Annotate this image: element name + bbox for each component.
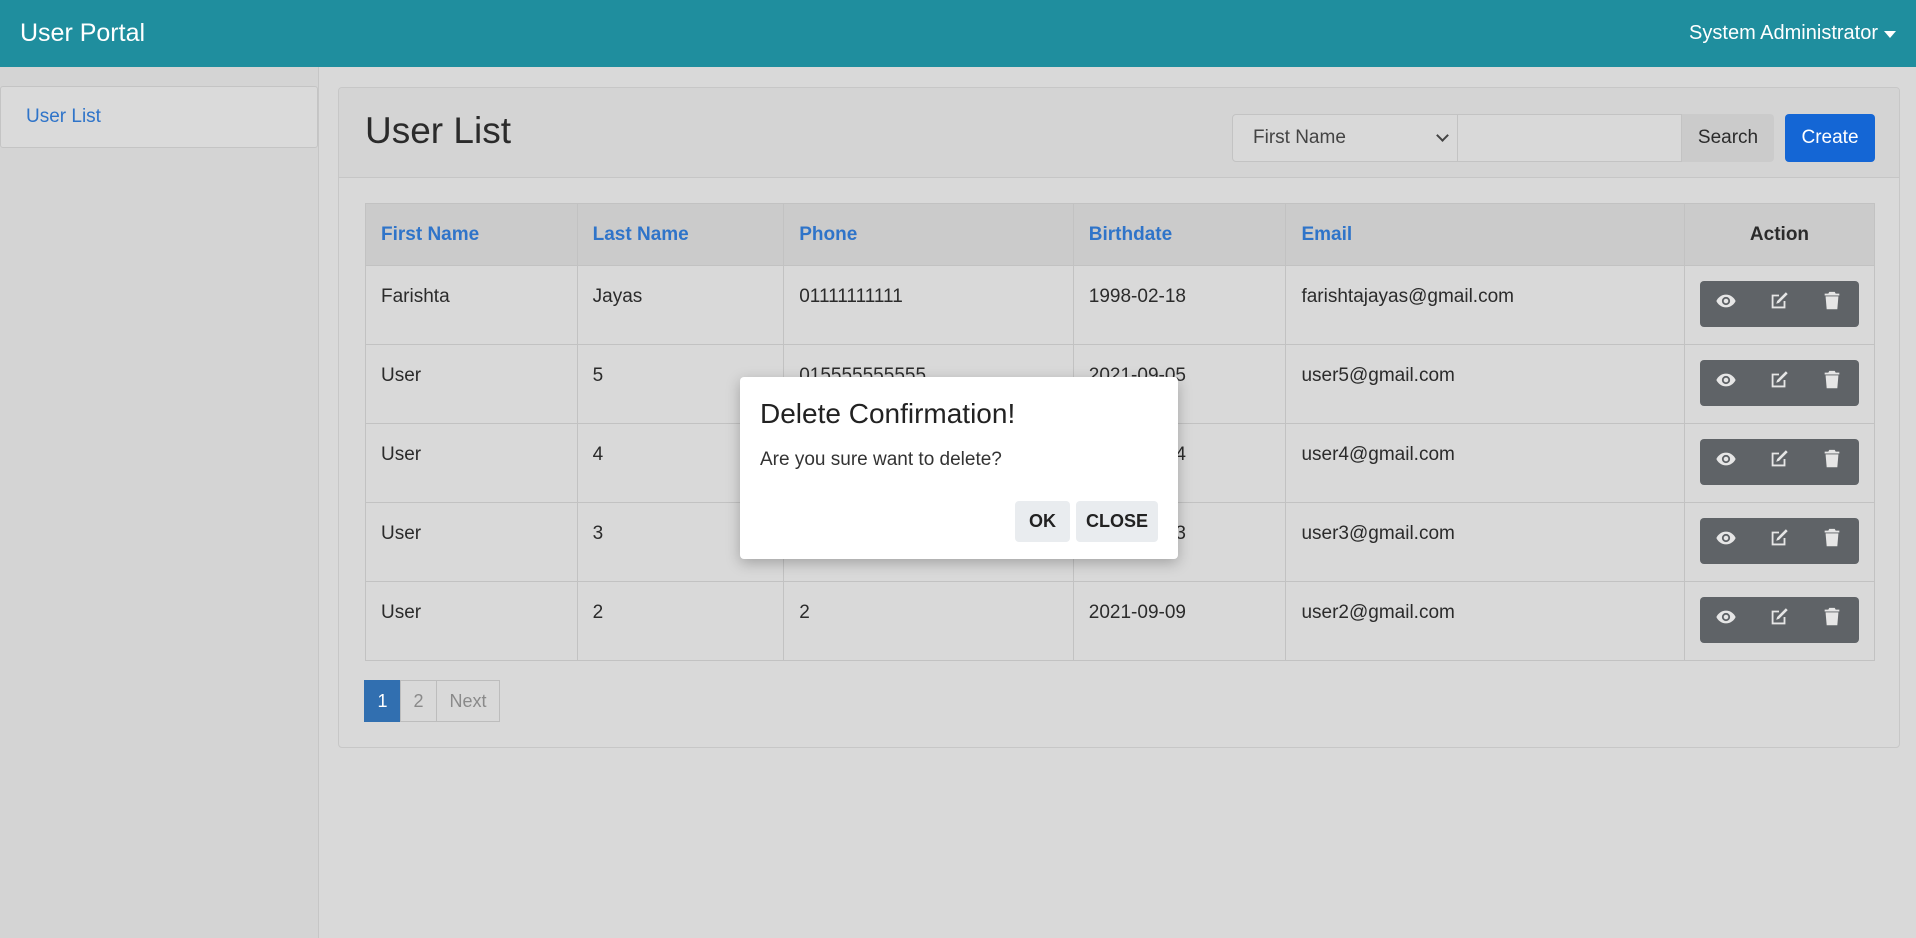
close-button[interactable]: CLOSE xyxy=(1076,501,1158,542)
dialog-title: Delete Confirmation! xyxy=(760,398,1016,429)
dialog-message: Are you sure want to delete? xyxy=(760,449,1002,470)
ok-button[interactable]: OK xyxy=(1015,501,1070,542)
delete-confirmation-dialog: Delete Confirmation! Are you sure want t… xyxy=(740,377,1178,559)
